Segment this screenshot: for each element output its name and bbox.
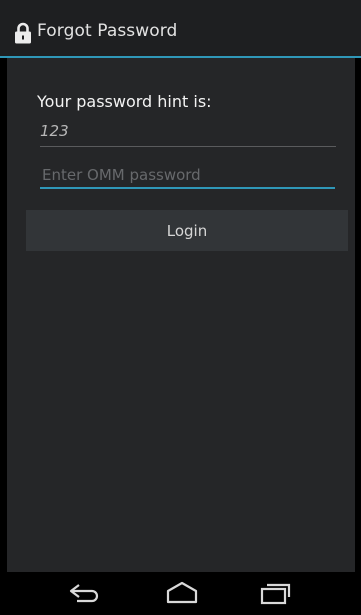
recent-apps-icon[interactable]: [255, 580, 295, 608]
action-bar: Forgot Password: [0, 0, 361, 58]
back-icon[interactable]: [65, 580, 105, 608]
page-title: Forgot Password: [37, 21, 178, 41]
login-button[interactable]: Login: [26, 210, 348, 251]
forgot-password-screen: Forgot Password Your password hint is: 1…: [0, 0, 361, 615]
password-input[interactable]: [40, 163, 335, 189]
password-hint-label: Your password hint is:: [37, 92, 212, 111]
content-panel: Your password hint is: 123 Login: [7, 58, 355, 572]
password-hint-value: 123: [40, 122, 336, 147]
lock-icon: [14, 22, 32, 44]
navigation-bar: [0, 572, 361, 615]
home-icon[interactable]: [162, 580, 202, 608]
